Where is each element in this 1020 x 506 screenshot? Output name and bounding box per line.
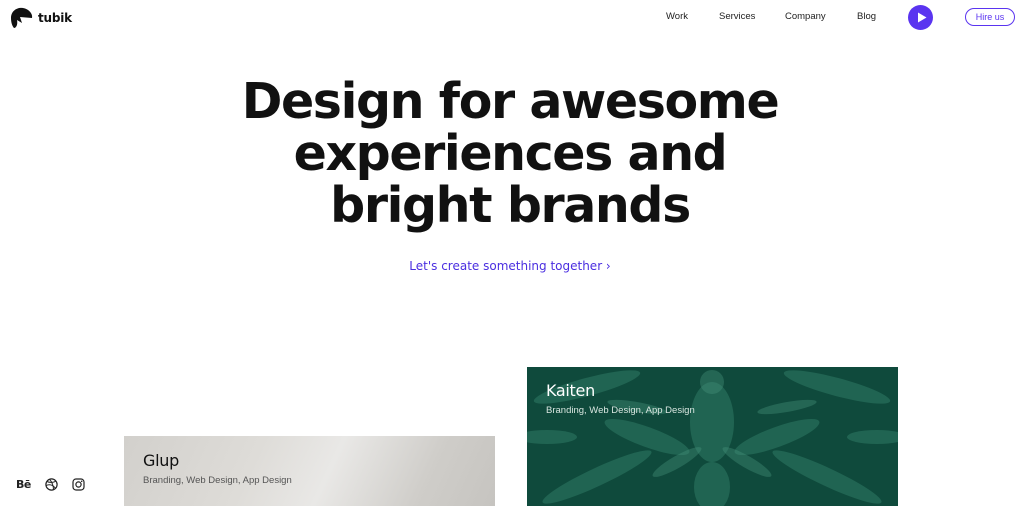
project-card-glup[interactable]: Glup Branding, Web Design, App Design [124,436,495,506]
hero-heading-line: experiences and [293,125,728,182]
main-nav: Work Services Company Blog [0,11,1020,25]
behance-icon[interactable]: Bē [16,478,31,491]
social-links: Bē [16,478,85,491]
play-icon [915,12,927,23]
nav-link-blog[interactable]: Blog [857,11,876,22]
project-card-kaiten[interactable]: Kaiten Branding, Web Design, App Design [527,367,898,506]
project-tags: Branding, Web Design, App Design [143,475,292,486]
cta-container: Let's create something together › [0,259,1020,273]
project-title: Kaiten [546,381,595,400]
instagram-icon[interactable] [72,478,85,491]
nav-link-work[interactable]: Work [666,11,688,22]
hire-us-button[interactable]: Hire us [965,8,1015,26]
hero-heading-line: Design for awesome [241,73,780,130]
dribbble-icon[interactable] [45,478,58,491]
hero-heading: Design for awesome experiences and brigh… [0,76,1020,232]
create-together-link[interactable]: Let's create something together › [409,259,610,273]
play-showreel-button[interactable] [908,5,933,30]
hero-heading-line: bright brands [330,177,691,234]
project-title: Glup [143,451,179,470]
nav-link-company[interactable]: Company [785,11,826,22]
project-tags: Branding, Web Design, App Design [546,405,695,416]
nav-link-services[interactable]: Services [719,11,755,22]
